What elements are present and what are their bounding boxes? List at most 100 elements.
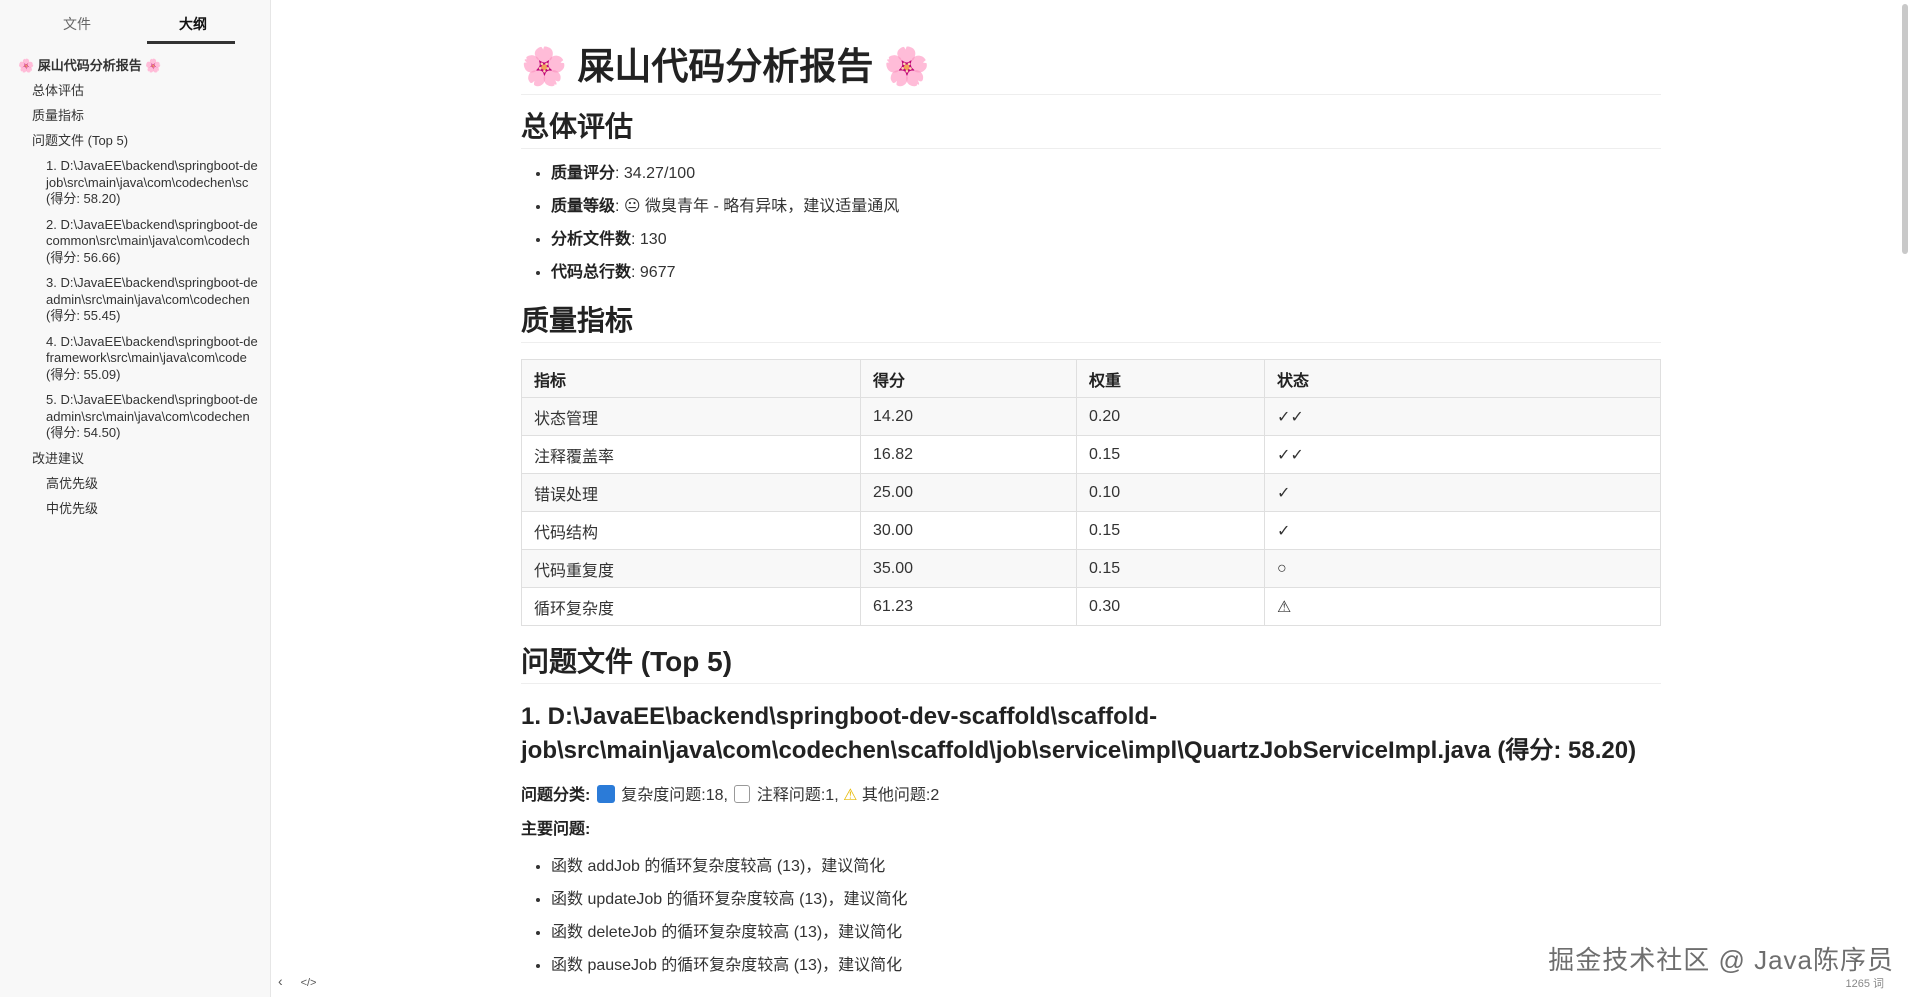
cell-score: 14.20	[860, 397, 1077, 436]
scrollbar[interactable]	[1900, 0, 1910, 997]
column-header: 得分	[860, 359, 1077, 398]
cell-metric: 状态管理	[521, 397, 861, 436]
table-header-row: 指标 得分 权重 状态	[521, 359, 1661, 398]
cell-metric: 代码重复度	[521, 549, 861, 588]
list-item: 质量等级: 😐 微臭青年 - 略有异味，建议适量通风	[551, 190, 1661, 223]
outline-item-title[interactable]: 🌸 屎山代码分析报告 🌸	[0, 58, 270, 74]
heading-file-1: 1. D:\JavaEE\backend\springboot-dev-scaf…	[521, 703, 1637, 764]
heading-summary: 总体评估	[521, 109, 1661, 149]
cell-status: ✓✓	[1264, 435, 1661, 474]
cell-weight: 0.20	[1076, 397, 1265, 436]
outline-file-line: job\src\main\java\com\codechen\sc	[46, 174, 249, 190]
document: 🌸 屎山代码分析报告 🌸 总体评估 质量评分: 34.27/100 质量等级: …	[521, 0, 1661, 982]
list-item: 函数 updateJob 的循环复杂度较高 (13)，建议简化	[551, 883, 1661, 916]
category-label: 问题分类	[521, 787, 586, 804]
cell-score: 35.00	[860, 549, 1077, 588]
outline-item-high-priority[interactable]: 高优先级	[0, 476, 270, 492]
refresh-icon	[596, 785, 615, 803]
heading-problems: 问题文件 (Top 5)	[521, 644, 1661, 684]
cell-score: 25.00	[860, 473, 1077, 512]
item-value: : 130	[631, 231, 667, 248]
table-row: 注释覆盖率 16.82 0.15 ✓✓	[521, 435, 1661, 474]
cell-status: ○	[1264, 549, 1661, 588]
item-value: : 34.27/100	[615, 165, 696, 182]
cell-weight: 0.30	[1076, 587, 1265, 626]
outline-item-summary[interactable]: 总体评估	[0, 83, 270, 99]
outline-item-file-1[interactable]: 1. D:\JavaEE\backend\springboot-de job\s…	[0, 158, 270, 208]
outline-file-line: 5. D:\JavaEE\backend\springboot-de	[46, 392, 258, 407]
outline-item-file-2[interactable]: 2. D:\JavaEE\backend\springboot-de commo…	[0, 217, 270, 267]
scrollbar-thumb[interactable]	[1902, 4, 1908, 254]
category-complexity: 复杂度问题:18,	[621, 787, 728, 804]
outline-file-line: framework\src\main\java\com\code	[46, 350, 247, 365]
cell-score: 16.82	[860, 435, 1077, 474]
item-value: : 😐 微臭青年 - 略有异味，建议适量通风	[615, 198, 900, 215]
outline-file-score: (得分: 56.66)	[46, 249, 121, 265]
outline-file-line: 1. D:\JavaEE\backend\springboot-de	[46, 158, 258, 173]
cell-status: ✓	[1264, 511, 1661, 550]
item-label: 代码总行数	[551, 264, 632, 281]
outline-file-line: admin\src\main\java\com\codechen	[46, 291, 250, 307]
item-value: : 9677	[631, 264, 676, 281]
sidebar-tabs: 文件 大纲	[0, 0, 270, 46]
item-label: 质量评分	[551, 165, 616, 182]
sidebar: 文件 大纲 🌸 屎山代码分析报告 🌸 总体评估 质量指标 问题文件 (Top 5…	[0, 0, 271, 997]
word-count[interactable]: 1265 词	[1845, 975, 1884, 991]
issues-list: 函数 addJob 的循环复杂度较高 (13)，建议简化 函数 updateJo…	[521, 850, 1661, 982]
summary-list: 质量评分: 34.27/100 质量等级: 😐 微臭青年 - 略有异味，建议适量…	[521, 157, 1661, 289]
cell-metric: 错误处理	[521, 473, 861, 512]
cell-metric: 代码结构	[521, 511, 861, 550]
outline-item-mid-priority[interactable]: 中优先级	[0, 501, 270, 517]
outline-item-file-4[interactable]: 4. D:\JavaEE\backend\springboot-de frame…	[0, 334, 270, 384]
outline-item-metrics[interactable]: 质量指标	[0, 108, 270, 124]
cell-status: ✓	[1264, 473, 1661, 512]
cell-score: 61.23	[860, 587, 1077, 626]
outline-file-line: admin\src\main\java\com\codechen	[46, 408, 250, 424]
outline-file-score: (得分: 54.50)	[46, 425, 121, 440]
list-item: 函数 addJob 的循环复杂度较高 (13)，建议简化	[551, 850, 1661, 883]
list-item: 函数 pauseJob 的循环复杂度较高 (13)，建议简化	[551, 949, 1661, 982]
main-issues-label: 主要问题	[521, 821, 586, 838]
tab-files[interactable]: 文件	[22, 14, 132, 34]
column-header: 权重	[1076, 359, 1265, 398]
table-row: 代码重复度 35.00 0.15 ○	[521, 549, 1661, 588]
outline-file-line: 3. D:\JavaEE\backend\springboot-de	[46, 275, 258, 290]
heading-metrics: 质量指标	[521, 303, 1661, 343]
column-header: 状态	[1264, 359, 1661, 398]
cell-weight: 0.10	[1076, 473, 1265, 512]
outline-file-line: 4. D:\JavaEE\backend\springboot-de	[46, 333, 258, 349]
category-comment: 注释问题:1,	[756, 787, 839, 804]
metrics-table: 指标 得分 权重 状态 状态管理 14.20 0.20 ✓✓ 注释覆盖率 16.…	[521, 359, 1661, 626]
memo-icon	[734, 785, 751, 803]
watermark: 掘金技术社区 @ Java陈序员	[1548, 945, 1894, 975]
warning-icon: ⚠	[843, 787, 858, 804]
outline-file-score: (得分: 58.20)	[46, 191, 121, 206]
table-row: 错误处理 25.00 0.10 ✓	[521, 473, 1661, 512]
item-label: 分析文件数	[551, 231, 632, 248]
list-item: 函数 deleteJob 的循环复杂度较高 (13)，建议简化	[551, 916, 1661, 949]
cell-status: ✓✓	[1264, 397, 1661, 436]
table-row: 循环复杂度 61.23 0.30 ⚠	[521, 587, 1661, 626]
outline-item-file-5[interactable]: 5. D:\JavaEE\backend\springboot-de admin…	[0, 392, 270, 442]
outline-file-score: (得分: 55.45)	[46, 308, 121, 323]
list-item: 质量评分: 34.27/100	[551, 157, 1661, 190]
list-item: 分析文件数: 130	[551, 223, 1661, 256]
outline-tree: 🌸 屎山代码分析报告 🌸 总体评估 质量指标 问题文件 (Top 5) 1. D…	[0, 58, 270, 526]
outline-item-file-3[interactable]: 3. D:\JavaEE\backend\springboot-de admin…	[0, 275, 270, 325]
cell-status: ⚠	[1264, 587, 1661, 626]
category-line: 问题分类: 复杂度问题:18, 注释问题:1, ⚠ 其他问题:2	[521, 785, 940, 804]
cell-score: 30.00	[860, 511, 1077, 550]
item-label: 质量等级	[551, 198, 616, 215]
tab-outline[interactable]: 大纲	[138, 14, 248, 34]
outline-file-score: (得分: 55.09)	[46, 366, 121, 382]
outline-item-problems[interactable]: 问题文件 (Top 5)	[0, 133, 270, 149]
cell-weight: 0.15	[1076, 549, 1265, 588]
outline-file-line: 2. D:\JavaEE\backend\springboot-de	[46, 216, 258, 232]
document-title: 🌸 屎山代码分析报告 🌸	[521, 44, 1661, 95]
cell-metric: 注释覆盖率	[521, 435, 861, 474]
cell-weight: 0.15	[1076, 435, 1265, 474]
outline-item-suggestions[interactable]: 改进建议	[0, 451, 270, 467]
table-row: 状态管理 14.20 0.20 ✓✓	[521, 397, 1661, 436]
table-row: 代码结构 30.00 0.15 ✓	[521, 511, 1661, 550]
main-issues-line: 主要问题:	[521, 821, 591, 838]
